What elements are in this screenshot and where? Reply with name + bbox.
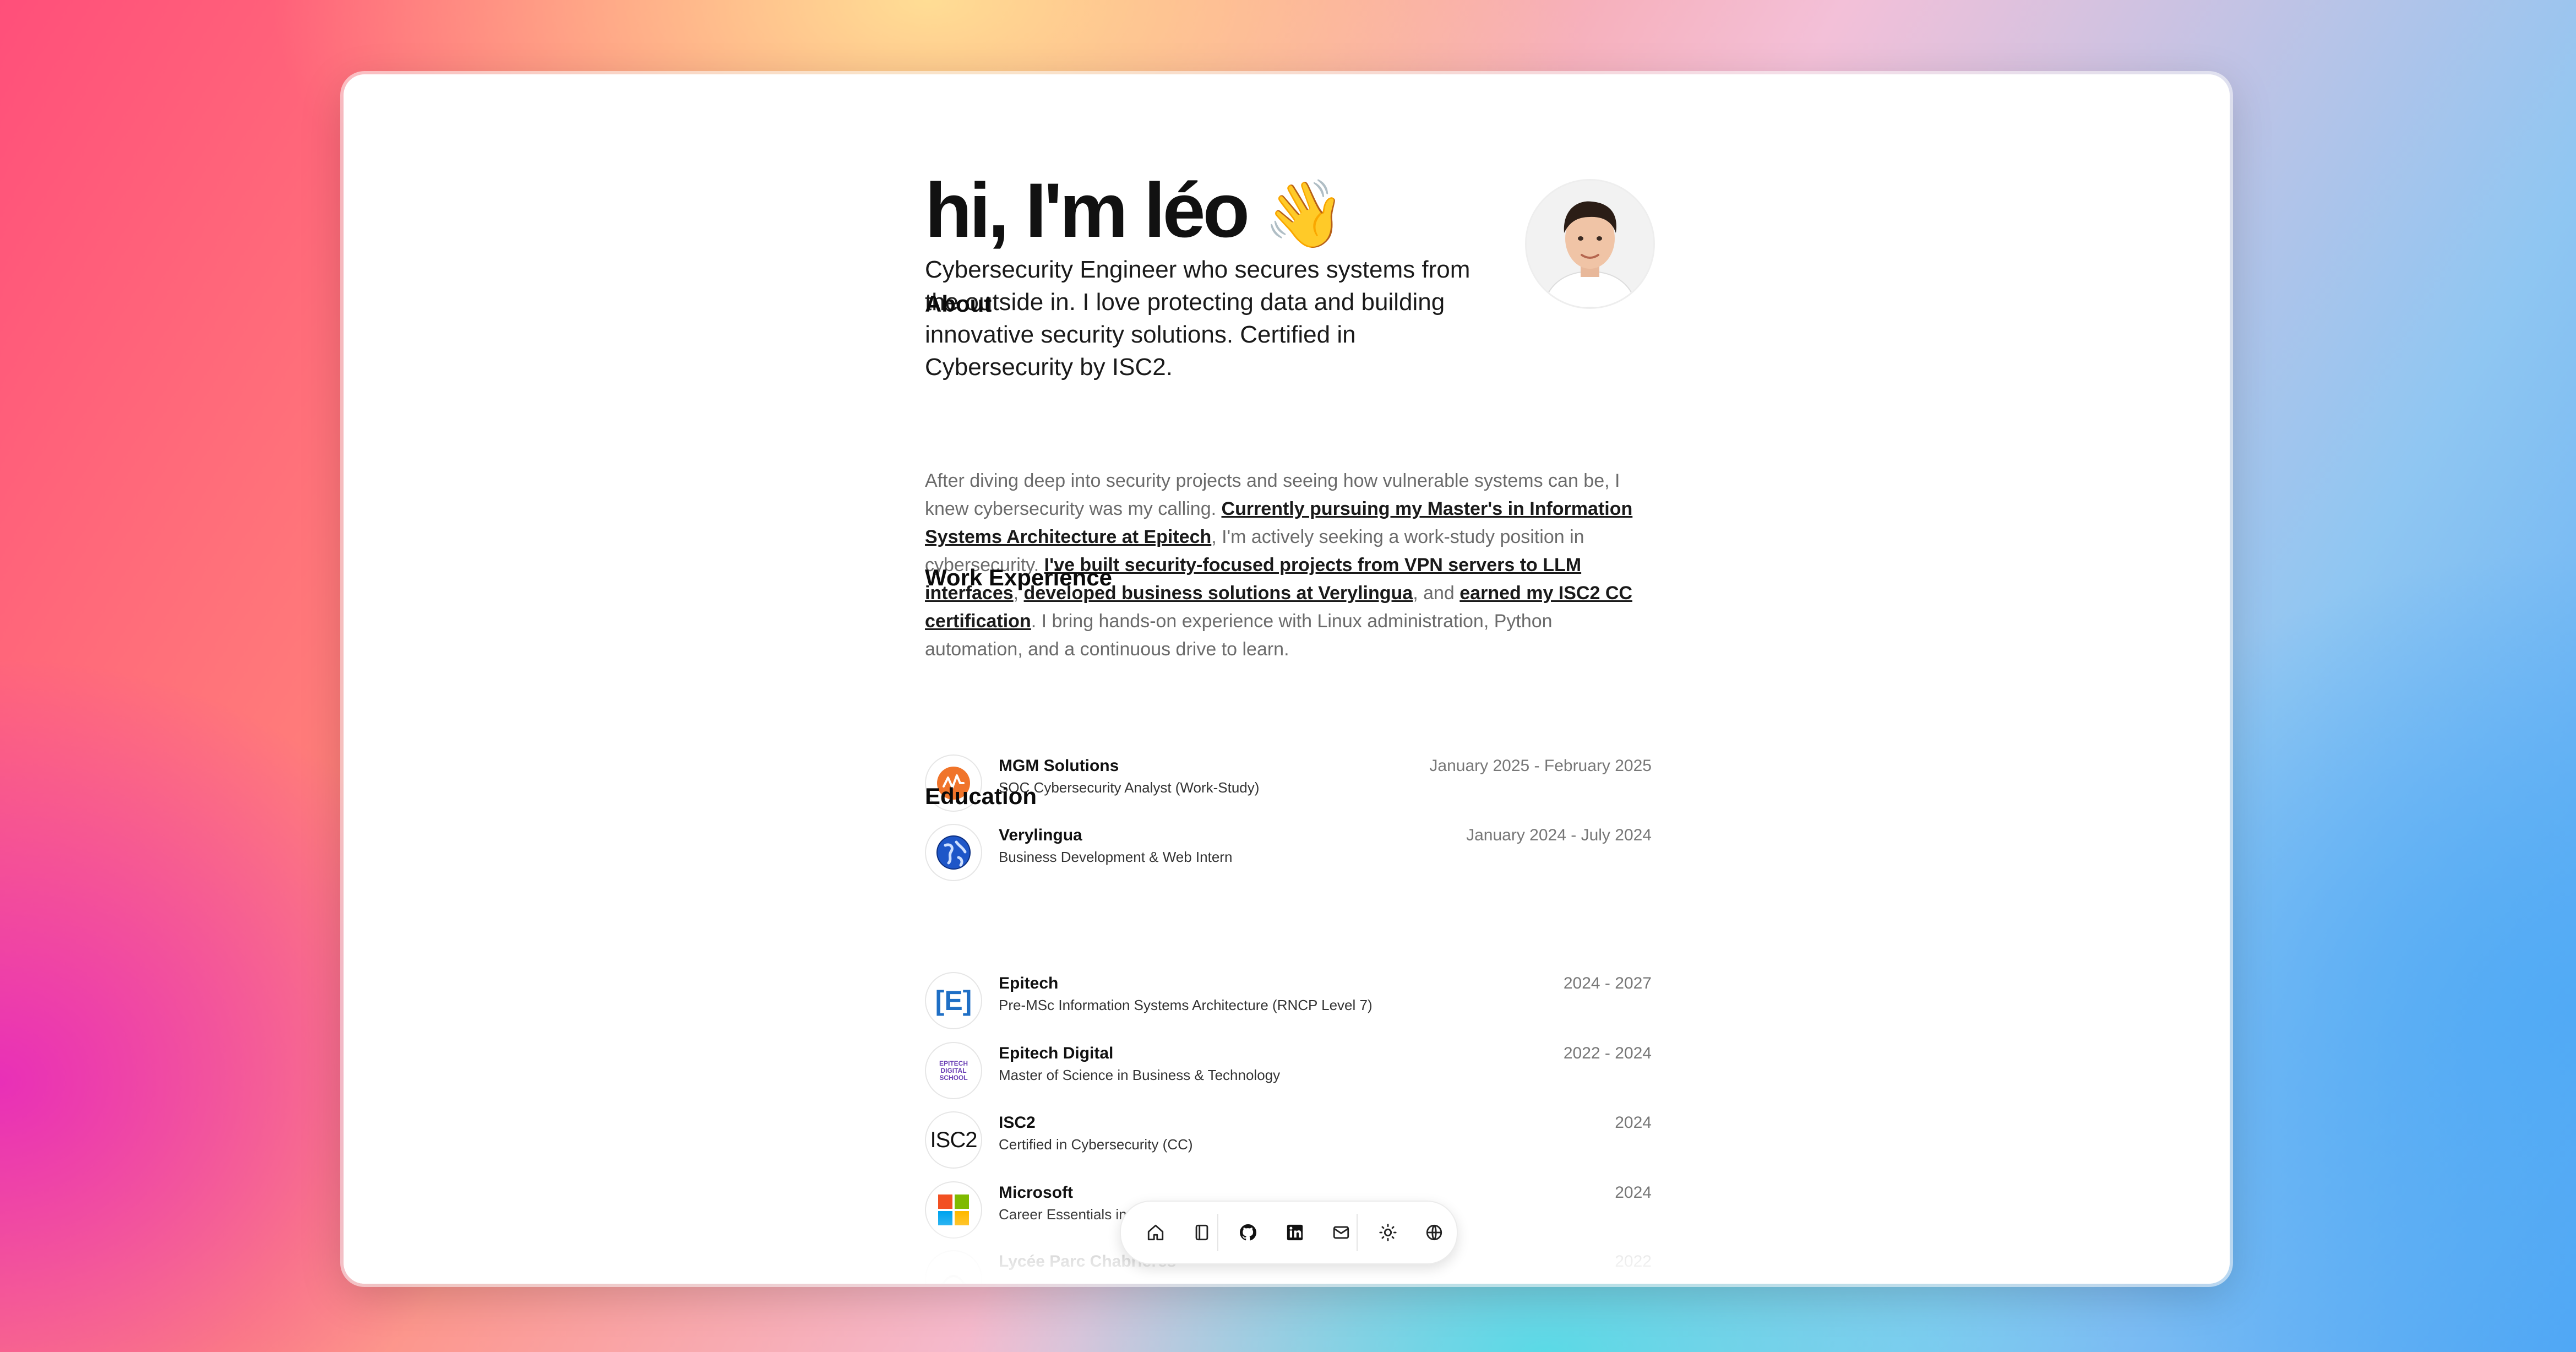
lycee-logo [925, 1250, 982, 1284]
dock-separator [1357, 1214, 1358, 1251]
item-role: Certified in Cybersecurity (CC) [999, 1136, 1193, 1153]
education-item-1[interactable]: EPITECH DIGITAL SCHOOL Epitech Digital Mas… [925, 1042, 1652, 1103]
mail-button[interactable] [1325, 1216, 1358, 1249]
about-text-segment: , and [1413, 583, 1460, 604]
item-role: SOC Cybersecurity Analyst (Work-Study) [999, 779, 1260, 796]
hero-subtitle: Cybersecurity Engineer who secures syste… [925, 256, 1471, 381]
item-role: Business Development & Web Intern [999, 849, 1233, 865]
sun-button[interactable] [1371, 1216, 1404, 1249]
item-name: Epitech [999, 974, 1059, 992]
item-name: Epitech Digital [999, 1044, 1114, 1062]
item-date: 2024 - 2027 [1563, 974, 1652, 992]
sun-icon [1379, 1223, 1397, 1242]
item-date: 2024 [1615, 1114, 1652, 1132]
notebook-icon [1192, 1223, 1211, 1242]
item-date: 2022 - 2024 [1563, 1044, 1652, 1062]
home-icon [1146, 1223, 1165, 1242]
about-heading: About [925, 291, 992, 317]
verylingua-logo [925, 824, 982, 881]
globe-icon [1425, 1223, 1444, 1242]
linkedin-icon [1286, 1223, 1304, 1242]
browser-window: hi, I'm léo 👋 Cybersecurity Engineer who … [344, 74, 2230, 1284]
isc2-logo: ISC2 [925, 1111, 982, 1169]
education-item-0[interactable]: [E] Epitech Pre-MSc Information Systems Ar… [925, 972, 1652, 1033]
item-date: January 2025 - February 2025 [1429, 757, 1652, 775]
epitech-logo: [E] [925, 972, 982, 1029]
epitech-digital-logo: EPITECH DIGITAL SCHOOL [925, 1042, 982, 1099]
github-button[interactable] [1232, 1216, 1265, 1249]
item-name: MGM Solutions [999, 757, 1119, 775]
item-date: 2024 [1615, 1183, 1652, 1202]
epitech-digital-logo-text: EPITECH DIGITAL SCHOOL [939, 1059, 968, 1082]
home-button[interactable] [1139, 1216, 1172, 1249]
mail-icon [1332, 1223, 1350, 1242]
waving-hand-emoji: 👋 [1264, 177, 1346, 251]
item-role: Master of Science in Business & Technolo… [999, 1067, 1281, 1083]
hero-title-text: hi, I'm léo [925, 167, 1250, 253]
github-icon [1238, 1223, 1258, 1242]
item-role: Pre-MSc Information Systems Architecture… [999, 997, 1373, 1013]
notebook-button[interactable] [1185, 1216, 1218, 1249]
isc2-logo-text: ISC2 [930, 1127, 978, 1152]
linkedin-button[interactable] [1278, 1216, 1311, 1249]
education-heading: Education [925, 783, 1037, 809]
microsoft-logo [925, 1181, 982, 1239]
epitech-logo-text: [E] [935, 985, 972, 1016]
dock-separator [1217, 1214, 1218, 1251]
hero-title: hi, I'm léo 👋 [925, 169, 1346, 256]
bottom-dock [1120, 1201, 1458, 1264]
item-name: Microsoft [999, 1183, 1073, 1202]
globe-button[interactable] [1418, 1216, 1451, 1249]
item-name: ISC2 [999, 1114, 1036, 1132]
education-item-2[interactable]: ISC2 ISC2 Certified in Cybersecurity (CC) 2… [925, 1111, 1652, 1172]
work-experience-heading: Work Experience [925, 564, 1113, 590]
item-date: 2022 [1615, 1252, 1652, 1270]
item-name: Verylingua [999, 826, 1082, 844]
item-date: January 2024 - July 2024 [1466, 826, 1652, 844]
work-item-1[interactable]: Verylingua Business Development & Web Int… [925, 824, 1652, 884]
avatar [1525, 179, 1655, 309]
